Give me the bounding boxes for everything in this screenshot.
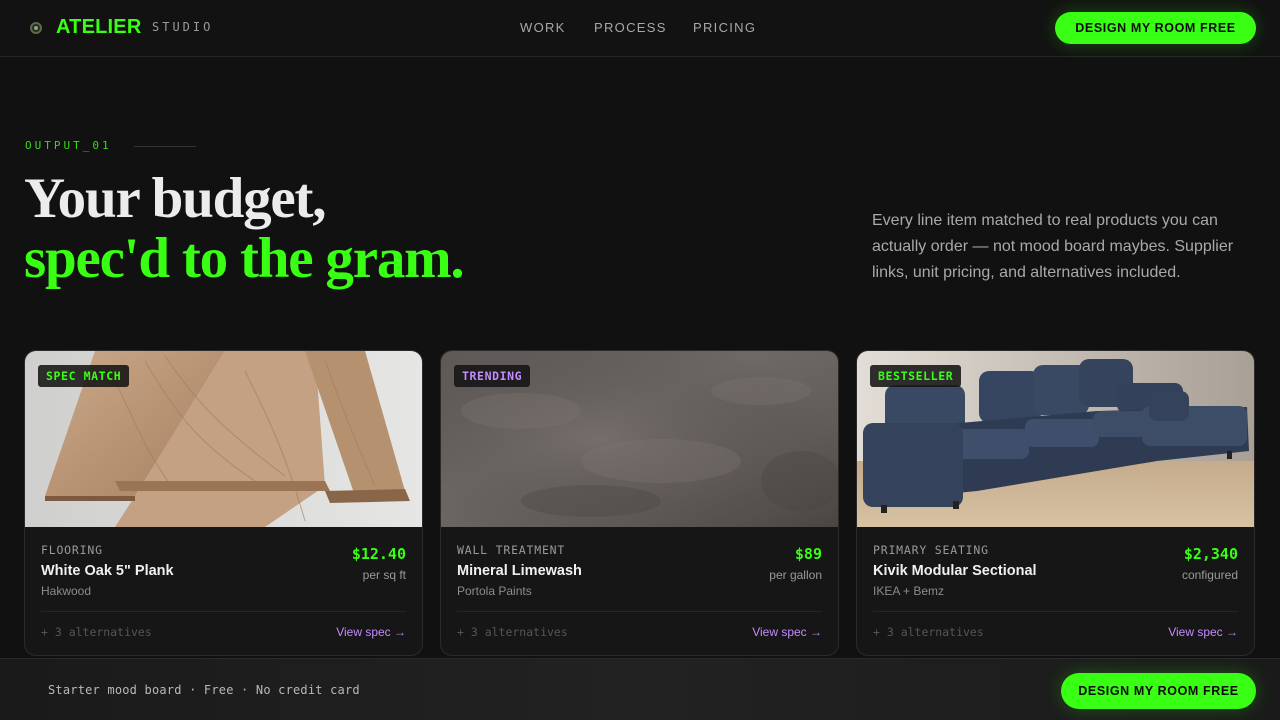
- bottom-cta-button[interactable]: DESIGN MY ROOM FREE: [1061, 673, 1256, 709]
- product-category: WALL TREATMENT: [457, 543, 566, 557]
- nav-work-link[interactable]: WORK: [520, 20, 566, 35]
- hero-description: Every line item matched to real products…: [872, 212, 1234, 281]
- hero-headline-line1: Your budget,: [24, 167, 327, 230]
- logo-icon[interactable]: [30, 22, 42, 34]
- product-unit: per sq ft: [362, 568, 406, 582]
- bottom-bar-text: Starter mood board · Free · No credit ca…: [48, 683, 360, 697]
- header-cta-button[interactable]: DESIGN MY ROOM FREE: [1055, 12, 1256, 44]
- nav-pricing-link[interactable]: PRICING: [693, 20, 756, 35]
- hero-headline-line2: spec'd to the gram.: [24, 227, 465, 290]
- view-spec-link[interactable]: View spec →: [752, 625, 822, 639]
- product-alternatives[interactable]: + 3 alternatives: [41, 625, 152, 639]
- product-alternatives[interactable]: + 3 alternatives: [457, 625, 568, 639]
- section-eyebrow: OUTPUT_01: [25, 139, 112, 152]
- product-name: Kivik Modular Sectional: [873, 563, 1037, 579]
- product-name: White Oak 5" Plank: [41, 563, 174, 579]
- product-badge: SPEC MATCH: [38, 365, 130, 387]
- product-card-wall-treatment[interactable]: TRENDING WALL TREATMENT Mineral Limewash…: [440, 350, 839, 656]
- product-unit: per gallon: [769, 568, 822, 582]
- card-divider: [873, 611, 1238, 612]
- product-name: Mineral Limewash: [457, 563, 582, 579]
- product-brand: Hakwood: [41, 584, 92, 598]
- nav-process-link[interactable]: PROCESS: [594, 20, 667, 35]
- product-price: $2,340: [1183, 545, 1238, 563]
- card-divider: [457, 611, 822, 612]
- logo-subtitle: STUDIO: [152, 20, 214, 34]
- product-brand: Portola Paints: [457, 584, 532, 598]
- logo-text[interactable]: ATELIER: [56, 16, 141, 39]
- eyebrow-divider: [134, 146, 196, 147]
- view-spec-link[interactable]: View spec →: [336, 625, 406, 639]
- product-card-flooring[interactable]: SPEC MATCH FLOORING White Oak 5" Plank H…: [24, 350, 423, 656]
- product-category: FLOORING: [41, 543, 103, 557]
- site-header: ATELIER STUDIO WORK PROCESS PRICING DESI…: [0, 0, 1280, 57]
- product-badge: BESTSELLER: [870, 365, 962, 387]
- sticky-bottom-bar: Starter mood board · Free · No credit ca…: [0, 658, 1280, 720]
- view-spec-link[interactable]: View spec →: [1168, 625, 1238, 639]
- product-badge: TRENDING: [454, 365, 531, 387]
- product-brand: IKEA + Bemz: [873, 584, 945, 598]
- product-card-seating[interactable]: BESTSELLER PRIMARY SEATING Kivik Modular…: [856, 350, 1255, 656]
- product-price: $89: [794, 545, 822, 563]
- product-category: PRIMARY SEATING: [873, 543, 989, 557]
- product-price: $12.40: [351, 545, 406, 563]
- product-alternatives[interactable]: + 3 alternatives: [873, 625, 984, 639]
- product-unit: configured: [1181, 568, 1238, 582]
- card-divider: [41, 611, 406, 612]
